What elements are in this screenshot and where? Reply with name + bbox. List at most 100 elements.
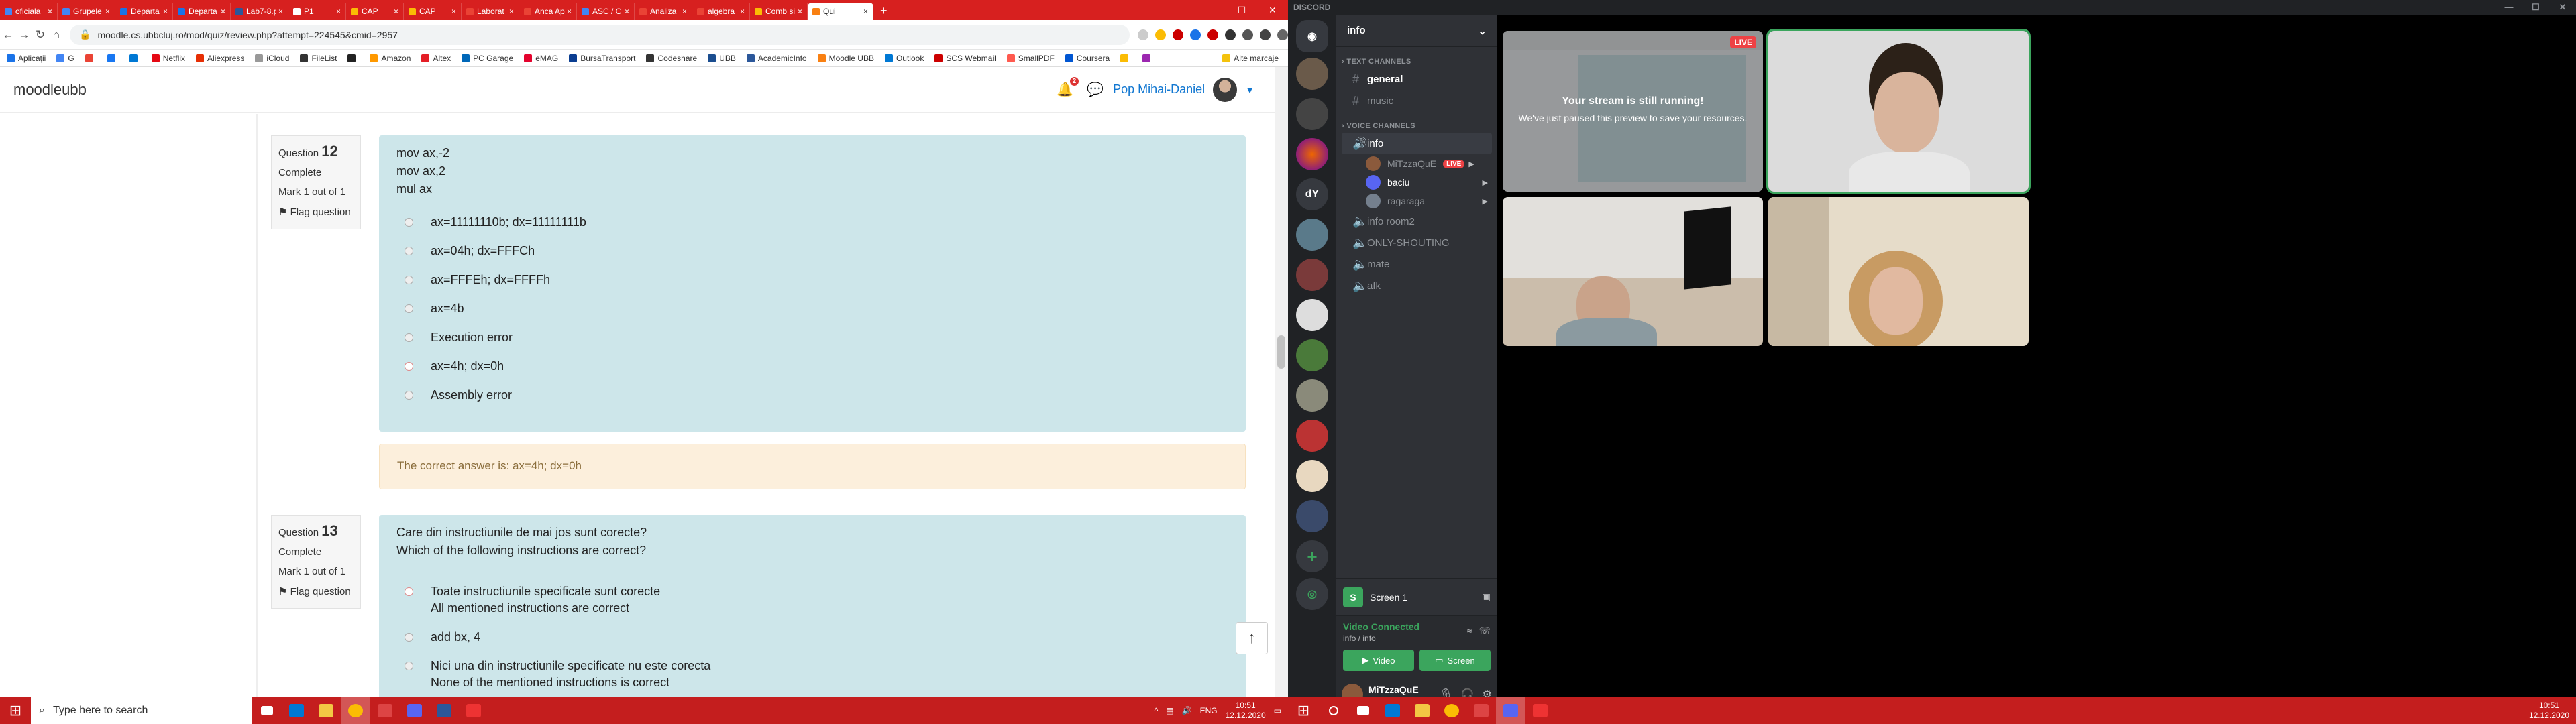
browser-tab[interactable]: Comb si ×: [750, 3, 808, 20]
bookmark[interactable]: [1120, 54, 1132, 62]
bookmark[interactable]: Altex: [421, 54, 451, 63]
answer-option[interactable]: ax=4b: [405, 302, 1228, 316]
bookmark[interactable]: Amazon: [370, 54, 411, 63]
taskbar-app[interactable]: [1525, 697, 1555, 724]
bookmark[interactable]: Aplicații: [7, 54, 46, 63]
server-icon[interactable]: [1296, 500, 1328, 532]
browser-tab[interactable]: algebra ×: [692, 3, 750, 20]
server-icon[interactable]: [1296, 420, 1328, 452]
taskbar-app[interactable]: [1378, 697, 1407, 724]
moodle-brand[interactable]: moodleubb: [13, 81, 87, 99]
voice-user[interactable]: baciu ▶: [1336, 173, 1497, 192]
taskbar-app[interactable]: [311, 697, 341, 724]
channel-music[interactable]: # music: [1342, 90, 1492, 111]
taskbar-app[interactable]: [459, 697, 488, 724]
video-tile[interactable]: [1766, 29, 2031, 194]
server-icon[interactable]: [1296, 98, 1328, 130]
bookmark[interactable]: eMAG: [524, 54, 558, 63]
screen-button[interactable]: ▭ Screen: [1419, 650, 1491, 671]
chevron-up-icon[interactable]: ^: [1155, 706, 1159, 715]
bookmark[interactable]: [1142, 54, 1154, 62]
channel-general[interactable]: # general: [1342, 68, 1492, 90]
answer-option[interactable]: ax=11111110b; dx=11111111b: [405, 215, 1228, 229]
browser-tab[interactable]: P1 ×: [288, 3, 346, 20]
taskbar-app[interactable]: [370, 697, 400, 724]
server-icon[interactable]: [1296, 138, 1328, 170]
radio-selected[interactable]: [405, 362, 413, 371]
stop-stream-icon[interactable]: ▣: [1482, 591, 1491, 603]
browser-tab[interactable]: CAP ×: [346, 3, 404, 20]
answer-option-selected[interactable]: Toate instructiunile specificate sunt co…: [405, 585, 1228, 615]
radio[interactable]: [405, 391, 413, 400]
browser-tab[interactable]: Anca Ap ×: [519, 3, 577, 20]
forward-icon[interactable]: →: [16, 28, 32, 42]
stream-tile[interactable]: LIVE Your stream is still running! We've…: [1503, 31, 1763, 192]
server-icon[interactable]: [1296, 259, 1328, 291]
back-to-top-button[interactable]: ↑: [1236, 622, 1268, 654]
radio[interactable]: [405, 276, 413, 284]
other-bookmarks[interactable]: Alte marcaje: [1222, 54, 1279, 63]
browser-tab-active[interactable]: Qui ×: [808, 3, 873, 20]
chevron-down-icon[interactable]: ▼: [1245, 84, 1254, 95]
taskbar-app[interactable]: [1466, 697, 1496, 724]
bookmark[interactable]: AcademicInfo: [746, 54, 807, 63]
checkbox-selected[interactable]: [405, 587, 413, 596]
search-icon[interactable]: [1138, 29, 1148, 40]
taskbar-app-discord[interactable]: [1496, 697, 1525, 724]
checkbox[interactable]: [405, 662, 413, 670]
bookmark[interactable]: UBB: [708, 54, 736, 63]
bookmark[interactable]: SCS Webmail: [934, 54, 996, 63]
answer-option[interactable]: Assembly error: [405, 388, 1228, 402]
voice-channel[interactable]: 🔈 info room2: [1342, 210, 1492, 232]
close-icon[interactable]: ✕: [1257, 5, 1288, 16]
maximize-icon[interactable]: ☐: [1226, 5, 1257, 16]
clock[interactable]: 10:51 12.12.2020: [1226, 701, 1266, 721]
browser-tab[interactable]: Laborat ×: [462, 3, 519, 20]
category-voice[interactable]: › VOICE CHANNELS: [1342, 122, 1497, 130]
radio[interactable]: [405, 304, 413, 313]
profile-icon[interactable]: [1260, 29, 1271, 40]
bookmark[interactable]: [347, 54, 359, 62]
voice-channel-info[interactable]: 🔊 info: [1342, 133, 1492, 154]
bookmark[interactable]: [107, 54, 119, 62]
checkbox[interactable]: [405, 633, 413, 642]
video-button[interactable]: ▶ Video: [1343, 650, 1414, 671]
reload-icon[interactable]: ↻: [32, 28, 48, 42]
scrollbar-thumb[interactable]: [1277, 335, 1285, 369]
chat-icon[interactable]: 💬: [1087, 81, 1104, 98]
discord-home-icon[interactable]: ◉: [1296, 20, 1328, 52]
page-scrollbar[interactable]: [1275, 67, 1288, 697]
bookmark[interactable]: Moodle UBB: [817, 54, 874, 63]
language-indicator[interactable]: ENG: [1200, 706, 1218, 715]
extension-icon[interactable]: [1208, 29, 1218, 40]
explore-icon[interactable]: ◎: [1296, 578, 1328, 610]
browser-tab[interactable]: oficiala ×: [0, 3, 58, 20]
clock[interactable]: 10:51 12.12.2020: [2529, 701, 2569, 721]
disconnect-icon[interactable]: ☏: [1479, 625, 1491, 643]
minimize-icon[interactable]: —: [2496, 2, 2522, 13]
bell-icon[interactable]: 🔔 2: [1057, 77, 1079, 98]
radio[interactable]: [405, 333, 413, 342]
answer-option-selected[interactable]: ax=4h; dx=0h: [405, 359, 1228, 373]
bookmark[interactable]: FileList: [300, 54, 337, 63]
taskbar-app[interactable]: [1407, 697, 1437, 724]
server-icon[interactable]: [1296, 299, 1328, 331]
volume-icon[interactable]: 🔊: [1182, 706, 1192, 715]
avatar[interactable]: [1213, 77, 1238, 102]
browser-tab[interactable]: Departa ×: [173, 3, 231, 20]
bookmark[interactable]: SmallPDF: [1006, 54, 1055, 63]
voice-user[interactable]: MiTzzaQuE LIVE ▶: [1336, 154, 1497, 173]
answer-option[interactable]: add bx, 4: [405, 630, 1228, 644]
flag-question-button[interactable]: ⚑ Flag question: [278, 585, 354, 597]
answer-option[interactable]: ax=FFFEh; dx=FFFFh: [405, 273, 1228, 287]
video-tile[interactable]: [1503, 197, 1763, 346]
voice-channel[interactable]: 🔈 mate: [1342, 253, 1492, 275]
browser-tab[interactable]: Lab7-8.p ×: [231, 3, 288, 20]
server-header[interactable]: info ⌄: [1336, 15, 1497, 47]
category-text[interactable]: › TEXT CHANNELS: [1342, 58, 1497, 66]
extension-icon[interactable]: [1190, 29, 1201, 40]
url-field[interactable]: 🔒 moodle.cs.ubbcluj.ro/mod/quiz/review.ph…: [70, 24, 1130, 45]
new-tab-button[interactable]: +: [873, 4, 894, 20]
bookmark[interactable]: PC Garage: [462, 54, 513, 63]
voice-channel[interactable]: 🔈 afk: [1342, 275, 1492, 296]
